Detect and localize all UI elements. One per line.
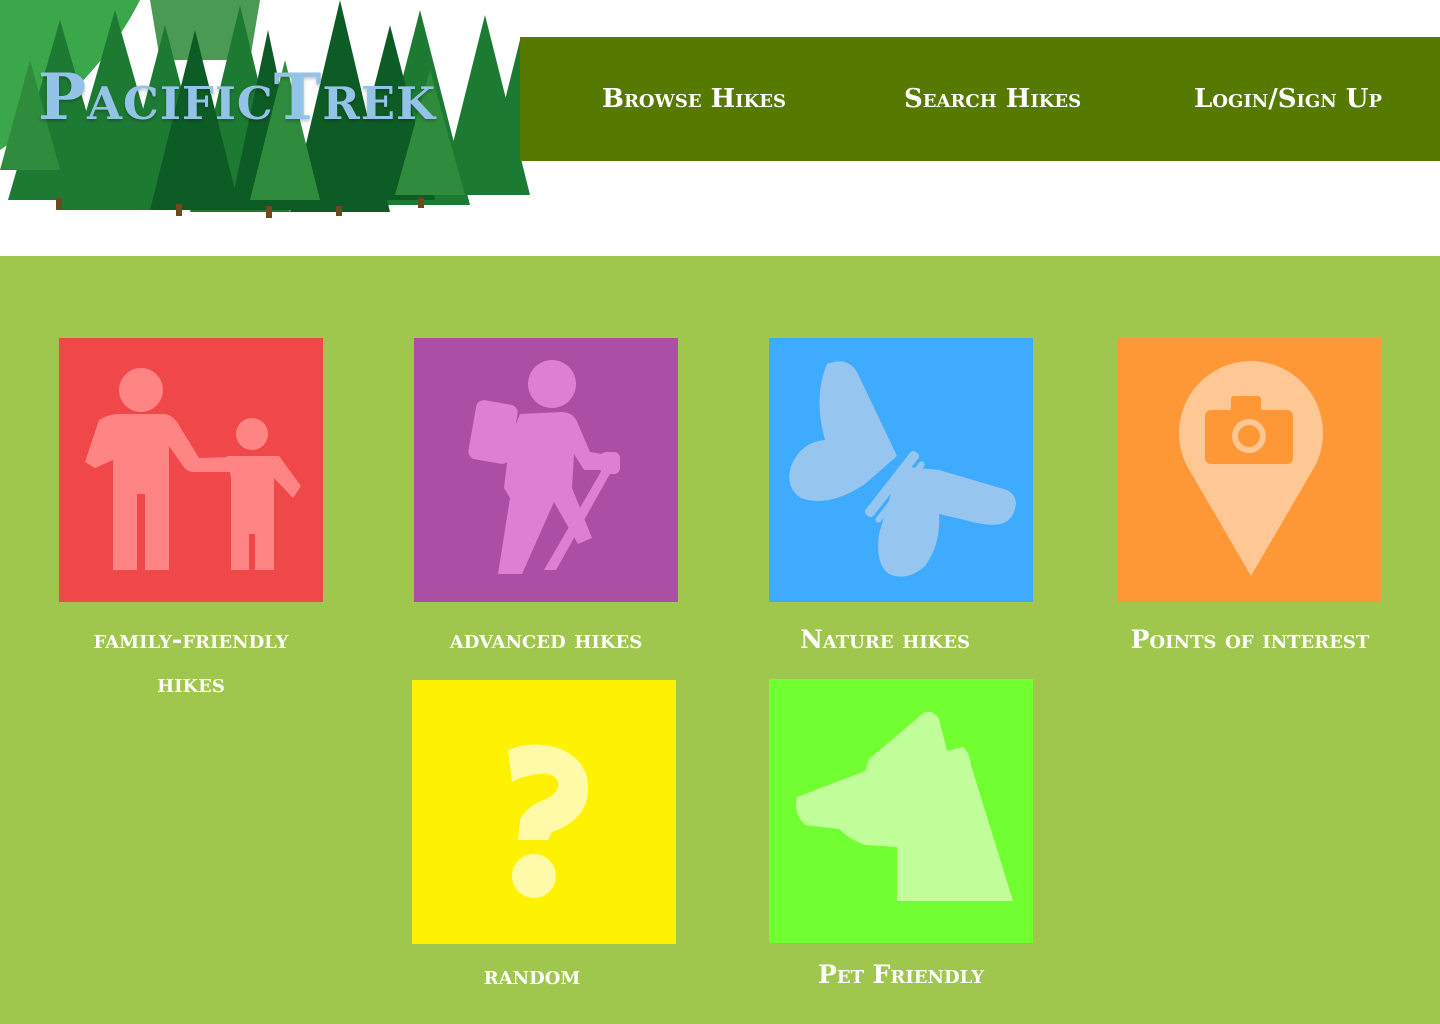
category-label-nature[interactable]: Nature hikes	[769, 618, 1001, 662]
site-logo-text: PacificTrek	[38, 60, 437, 135]
category-tile-advanced[interactable]	[414, 338, 678, 602]
category-label-family-friendly[interactable]: family-friendly hikes	[59, 618, 323, 706]
nav-login-sign-up[interactable]: Login/Sign Up	[1194, 37, 1382, 161]
category-tile-family-friendly[interactable]	[59, 338, 323, 602]
category-label-advanced[interactable]: advanced hikes	[414, 618, 678, 662]
nav-search-hikes[interactable]: Search Hikes	[904, 37, 1081, 161]
top-nav-bar: Browse Hikes Search Hikes Login/Sign Up	[520, 37, 1440, 161]
category-tile-pet-friendly[interactable]	[769, 679, 1033, 943]
nav-browse-hikes[interactable]: Browse Hikes	[602, 37, 786, 161]
category-label-pet-friendly[interactable]: Pet Friendly	[769, 953, 1033, 997]
category-label-random[interactable]: random	[412, 954, 652, 998]
category-tile-points-of-interest[interactable]	[1117, 338, 1381, 602]
site-logo[interactable]: PacificTrek	[0, 0, 560, 220]
category-tile-nature[interactable]	[769, 338, 1033, 602]
category-grid: family-friendly hikes advanced hikes Nat…	[0, 256, 1440, 1024]
category-tile-random[interactable]	[412, 680, 676, 944]
category-label-points-of-interest[interactable]: Points of interest	[1100, 618, 1400, 662]
